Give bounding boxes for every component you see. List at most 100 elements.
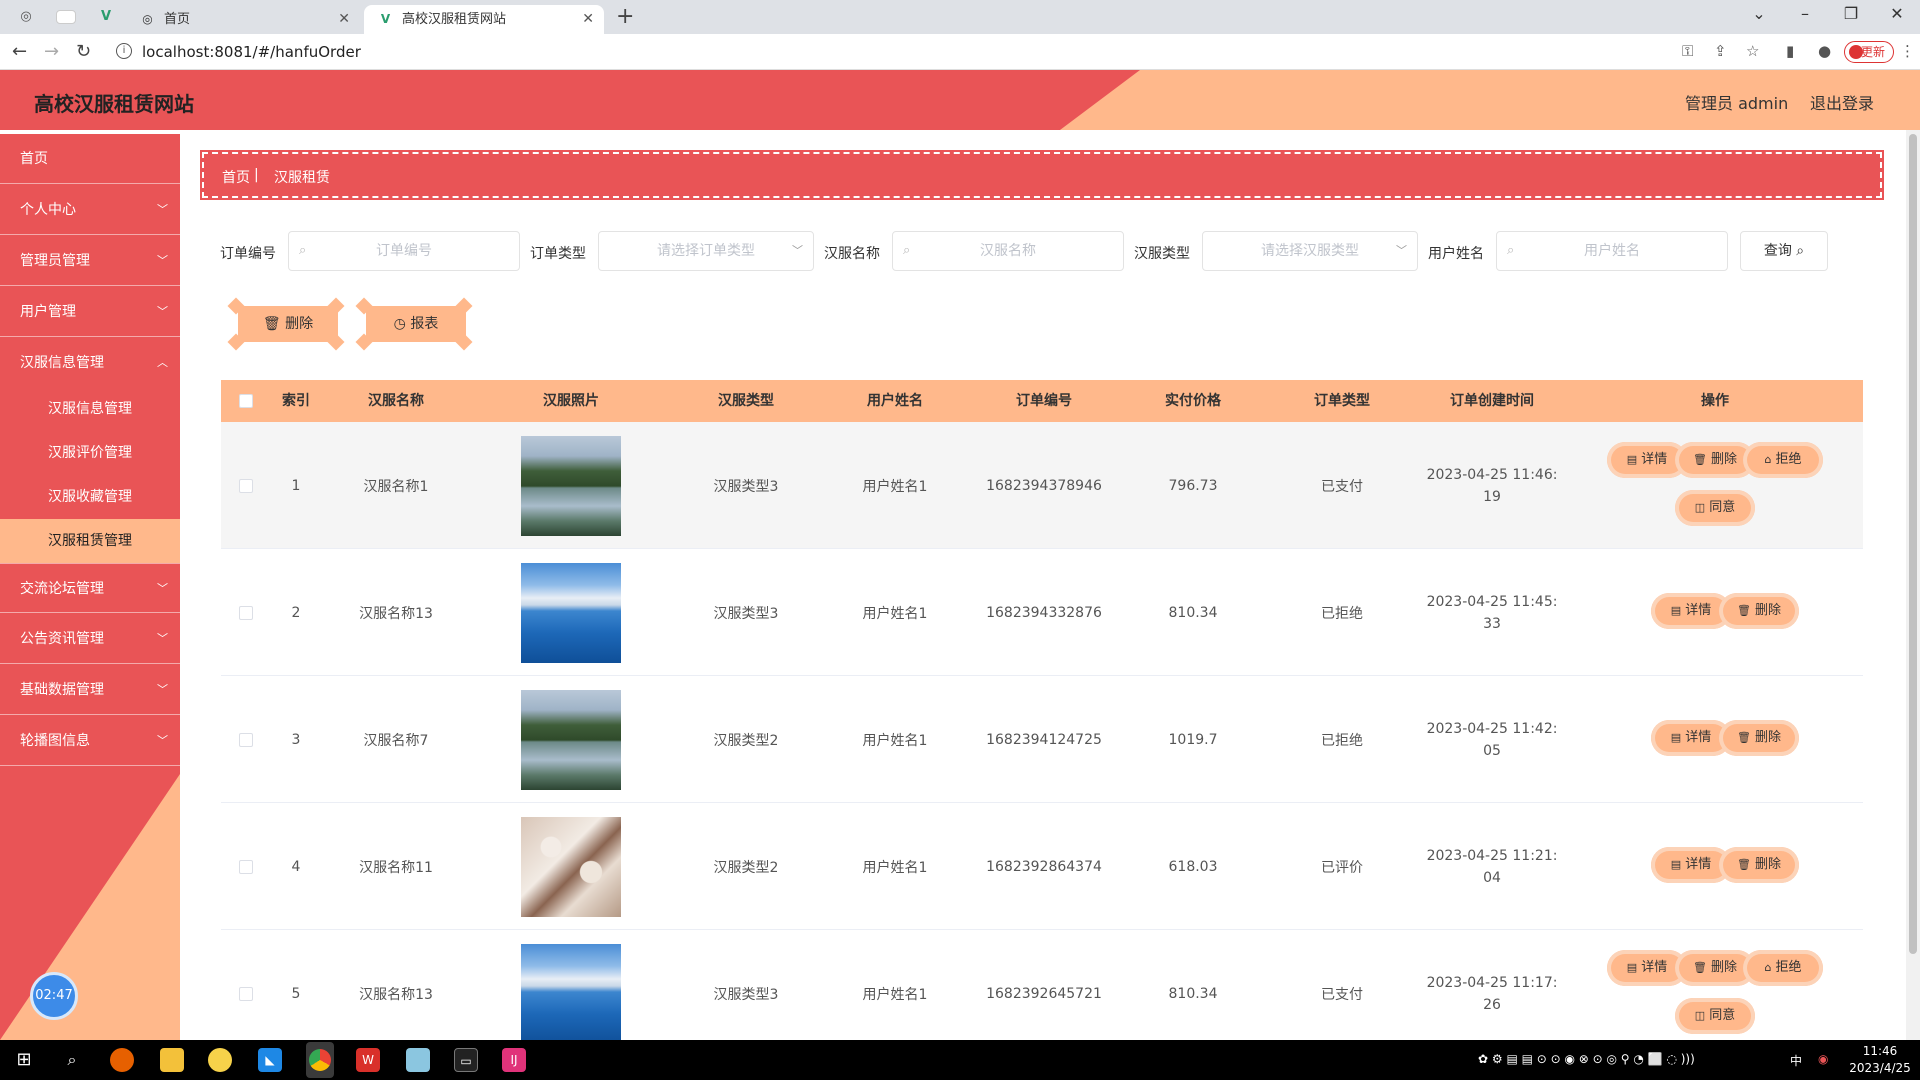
sidebar-subitem-hanfu-favorite[interactable]: 汉服收藏管理 bbox=[0, 475, 180, 519]
col-user[interactable]: 用户姓名 bbox=[821, 380, 969, 422]
hanfu-name-input[interactable]: ⌕ 汉服名称 bbox=[892, 231, 1124, 271]
sidebar-item-news[interactable]: 公告资讯管理 ﹀ bbox=[0, 614, 180, 664]
info-icon[interactable]: i bbox=[116, 43, 132, 59]
close-icon[interactable]: ✕ bbox=[338, 5, 350, 34]
taskbar-clock[interactable]: 11:46 2023/4/25 bbox=[1848, 1043, 1912, 1077]
sidebar-item-hanfu[interactable]: 汉服信息管理 ︿ bbox=[0, 338, 180, 388]
col-time[interactable]: 订单创建时间 bbox=[1417, 380, 1567, 422]
notification-icon[interactable]: ◉ bbox=[1818, 1052, 1828, 1066]
order-type-select[interactable]: 请选择订单类型 ﹀ bbox=[598, 231, 814, 271]
vue-tab-icon[interactable]: V bbox=[96, 7, 116, 27]
reject-button[interactable]: ⌂ 拒绝 bbox=[1743, 950, 1823, 986]
close-icon[interactable]: ✕ bbox=[582, 5, 594, 34]
col-order-type[interactable]: 订单类型 bbox=[1267, 380, 1417, 422]
sidebar-item-home[interactable]: 首页 bbox=[0, 134, 180, 184]
query-button[interactable]: 查询 ⌕ bbox=[1740, 231, 1828, 271]
profile-icon[interactable]: ● bbox=[1818, 42, 1831, 60]
update-button[interactable]: 更新 bbox=[1844, 41, 1894, 63]
col-type[interactable]: 汉服类型 bbox=[671, 380, 821, 422]
agree-button[interactable]: ◫ 同意 bbox=[1675, 998, 1755, 1034]
user-name-input[interactable]: ⌕ 用户姓名 bbox=[1496, 231, 1728, 271]
sidebar-item-carousel[interactable]: 轮播图信息 ﹀ bbox=[0, 716, 180, 766]
tray-icons[interactable]: ✿ ⚙ ▤ ▤ ⊙ ⊙ ◉ ⊗ ⊙ ◎ ⚲ ◔ ⬜ ◌ ))) bbox=[1478, 1052, 1695, 1066]
table-row[interactable]: 2 汉服名称13 汉服类型3 用户姓名1 1682394332876 810.34 已拒绝 2… bbox=[221, 549, 1863, 676]
hanfu-photo[interactable] bbox=[521, 435, 621, 536]
row-checkbox[interactable] bbox=[239, 605, 253, 620]
sidebar-subitem-hanfu-rental[interactable]: 汉服租赁管理 bbox=[0, 519, 180, 563]
sidebar-subitem-hanfu-review[interactable]: 汉服评价管理 bbox=[0, 431, 180, 475]
hanfu-type-select[interactable]: 请选择汉服类型 ﹀ bbox=[1202, 231, 1418, 271]
col-index[interactable]: 索引 bbox=[271, 380, 321, 422]
row-checkbox[interactable] bbox=[239, 986, 253, 1001]
table-row[interactable]: 3 汉服名称7 汉服类型2 用户姓名1 1682394124725 1019.7 已拒绝 20… bbox=[221, 676, 1863, 803]
wps-icon[interactable]: W bbox=[356, 1048, 380, 1072]
tab-list-icon[interactable]: ⌄ bbox=[1744, 4, 1774, 23]
agree-button[interactable]: ◫ 同意 bbox=[1675, 490, 1755, 526]
table-row[interactable]: 5 汉服名称13 汉服类型3 用户姓名1 1682392645721 810.34 已支付 2… bbox=[221, 930, 1863, 1057]
hanfu-photo[interactable] bbox=[521, 943, 621, 1044]
chrome-icon[interactable] bbox=[306, 1042, 334, 1078]
menu-icon[interactable]: ⋮ bbox=[1900, 42, 1915, 60]
ime-indicator[interactable]: 中 bbox=[1790, 1052, 1802, 1069]
tab-home[interactable]: ◎ 首页 ✕ bbox=[126, 5, 360, 34]
sidebar-item-forum[interactable]: 交流论坛管理 ﹀ bbox=[0, 563, 180, 613]
tab-hanfu[interactable]: V 高校汉服租赁网站 ✕ bbox=[364, 5, 604, 34]
breadcrumb-home[interactable]: 首页 bbox=[222, 167, 250, 187]
vscode-icon[interactable]: ◣ bbox=[258, 1048, 282, 1072]
share-icon[interactable]: ⇪ bbox=[1714, 42, 1727, 60]
table-row[interactable]: 1 汉服名称1 汉服类型3 用户姓名1 1682394378946 796.73 已支付 20… bbox=[221, 422, 1863, 549]
row-checkbox[interactable] bbox=[239, 859, 253, 874]
windows-start-icon[interactable]: ⊞ bbox=[12, 1048, 36, 1072]
report-button[interactable]: ◷ 报表 bbox=[366, 306, 466, 342]
logout-link[interactable]: 退出登录 bbox=[1810, 90, 1874, 114]
table-row[interactable]: 4 汉服名称11 汉服类型2 用户姓名1 1682392864374 618.03 已评价 2… bbox=[221, 803, 1863, 930]
sidepanel-icon[interactable]: ▮ bbox=[1786, 42, 1794, 60]
hanfu-photo[interactable] bbox=[521, 689, 621, 790]
col-name[interactable]: 汉服名称 bbox=[321, 380, 471, 422]
sidebar-item-basedata[interactable]: 基础数据管理 ﹀ bbox=[0, 665, 180, 715]
new-tab-icon[interactable]: + bbox=[616, 4, 634, 29]
sidebar-item-users[interactable]: 用户管理 ﹀ bbox=[0, 287, 180, 337]
minimize-icon[interactable]: – bbox=[1790, 4, 1820, 23]
restore-icon[interactable]: ❐ bbox=[1836, 4, 1866, 23]
paid-price: 810.34 bbox=[1168, 985, 1218, 1002]
delete-button[interactable]: 🗑 删除 bbox=[1719, 720, 1799, 756]
notepad-icon[interactable] bbox=[406, 1048, 430, 1072]
idea-icon[interactable]: IJ bbox=[502, 1048, 526, 1072]
firefox-icon[interactable] bbox=[110, 1048, 134, 1072]
forward-icon[interactable]: → bbox=[44, 41, 59, 62]
address-bar[interactable]: i localhost:8081/#/hanfuOrder bbox=[108, 38, 1788, 66]
terminal-icon[interactable]: ▭ bbox=[454, 1048, 478, 1072]
delete-button[interactable]: 🗑 删除 bbox=[1719, 593, 1799, 629]
notes-app-icon[interactable] bbox=[208, 1048, 232, 1072]
reject-button[interactable]: ⌂ 拒绝 bbox=[1743, 442, 1823, 478]
search-icon[interactable]: ⌕ bbox=[60, 1048, 84, 1072]
scrollbar-thumb[interactable] bbox=[1909, 134, 1917, 954]
key-icon[interactable]: ⚿ bbox=[1682, 42, 1693, 60]
order-number: 1682394378946 bbox=[986, 477, 1102, 494]
page-scrollbar[interactable] bbox=[1906, 130, 1920, 1040]
select-all-checkbox[interactable] bbox=[239, 394, 253, 408]
row-checkbox[interactable] bbox=[239, 732, 253, 747]
clock-badge[interactable]: 02:47 bbox=[30, 972, 78, 1020]
sidebar-item-personal[interactable]: 个人中心 ﹀ bbox=[0, 185, 180, 235]
hanfu-photo[interactable] bbox=[521, 562, 621, 663]
hanfu-photo[interactable] bbox=[521, 816, 621, 917]
delete-button[interactable]: 🗑 删除 bbox=[1719, 847, 1799, 883]
col-order-no[interactable]: 订单编号 bbox=[969, 380, 1119, 422]
col-price[interactable]: 实付价格 bbox=[1119, 380, 1267, 422]
star-icon[interactable]: ☆ bbox=[1746, 42, 1759, 60]
order-no-input[interactable]: ⌕ 订单编号 bbox=[288, 231, 520, 271]
sidebar-subitem-hanfu-info[interactable]: 汉服信息管理 bbox=[0, 387, 180, 431]
window-close-icon[interactable]: ✕ bbox=[1882, 4, 1912, 23]
sidebar-item-admin[interactable]: 管理员管理 ﹀ bbox=[0, 236, 180, 286]
col-photo[interactable]: 汉服照片 bbox=[471, 380, 671, 422]
tab-search-icon[interactable]: ◎ bbox=[16, 7, 36, 27]
batch-delete-button[interactable]: 🗑 删除 bbox=[238, 306, 338, 342]
blank-tab-icon[interactable] bbox=[56, 10, 76, 24]
back-icon[interactable]: ← bbox=[12, 41, 27, 62]
reload-icon[interactable]: ↻ bbox=[76, 41, 91, 62]
hanfu-type: 汉服类型3 bbox=[713, 605, 779, 622]
file-explorer-icon[interactable] bbox=[160, 1048, 184, 1072]
row-checkbox[interactable] bbox=[239, 478, 253, 493]
